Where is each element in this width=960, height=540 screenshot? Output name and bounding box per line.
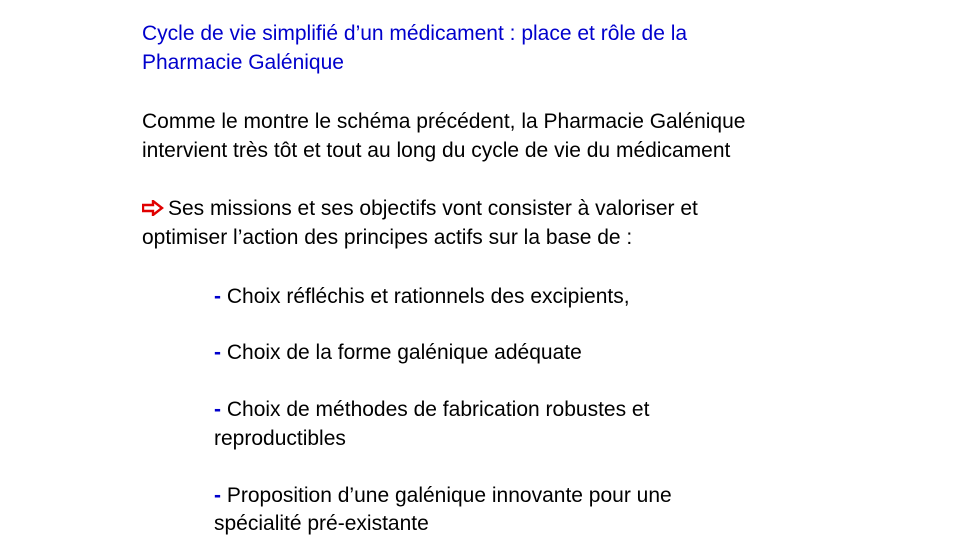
list-item: - Choix de la forme galénique adéquate <box>214 338 582 367</box>
missions-text-1: Ses missions et ses objectifs vont consi… <box>168 197 698 220</box>
missions-line-2: optimiser l’action des principes actifs … <box>142 226 633 249</box>
bullet-dash: - <box>214 285 221 308</box>
arrow-right-icon <box>142 200 164 216</box>
list-item-text: Proposition d’une galénique innovante po… <box>226 484 672 507</box>
intro-line-2: intervient très tôt et tout au long du c… <box>142 139 731 162</box>
list-item-continuation: reproductibles <box>214 427 346 450</box>
list-item-text: Choix réfléchis et rationnels des excipi… <box>226 285 630 308</box>
bullet-dash: - <box>214 341 221 364</box>
list-item: - Proposition d’une galénique innovante … <box>214 481 672 510</box>
bullet-dash: - <box>214 484 221 507</box>
bullet-dash: - <box>214 398 221 421</box>
missions-line-1: Ses missions et ses objectifs vont consi… <box>142 194 698 223</box>
list-item-continuation: spécialité pré-existante <box>214 512 429 535</box>
list-item: - Choix de méthodes de fabrication robus… <box>214 395 649 424</box>
slide-title-line-1: Cycle de vie simplifié d’un médicament :… <box>142 22 688 45</box>
slide-title-line-2: Pharmacie Galénique <box>142 51 344 74</box>
intro-line-1: Comme le montre le schéma précédent, la … <box>142 110 746 133</box>
list-item-text: Choix de méthodes de fabrication robuste… <box>226 398 650 421</box>
list-item-text: Choix de la forme galénique adéquate <box>226 341 582 364</box>
list-item: - Choix réfléchis et rationnels des exci… <box>214 282 630 311</box>
slide: Cycle de vie simplifié d’un médicament :… <box>0 0 960 540</box>
